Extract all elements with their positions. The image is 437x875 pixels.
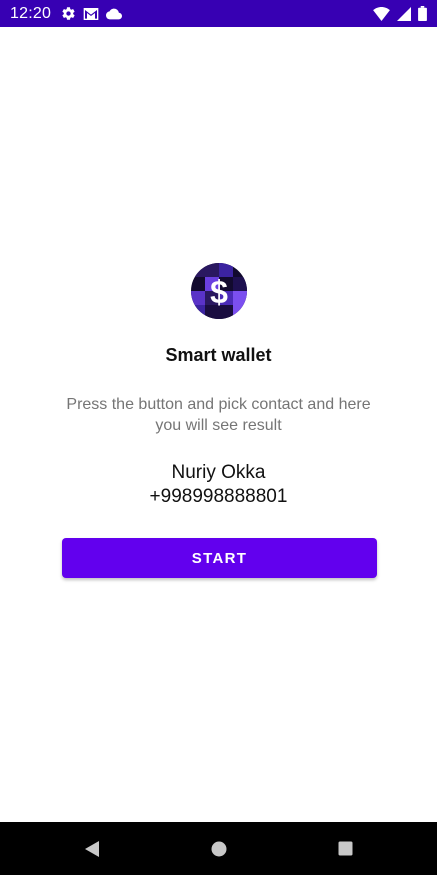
status-bar: 12:20 — [0, 0, 437, 27]
app-title: Smart wallet — [165, 345, 272, 365]
screen: 12:20 $ Smart wallet Press the button an… — [0, 0, 437, 875]
navigation-bar — [0, 822, 437, 875]
gmail-icon — [83, 7, 99, 21]
settings-icon — [61, 6, 76, 21]
instruction-text: Press the button and pick contact and he… — [66, 396, 371, 434]
wifi-icon — [373, 6, 390, 21]
back-icon[interactable] — [62, 822, 122, 875]
dollar-wallet-logo-icon: $ — [191, 263, 247, 319]
status-left-icons — [61, 6, 123, 21]
cloud-icon — [106, 8, 123, 20]
contact-name: Nuriy Okka — [171, 462, 266, 483]
svg-text:$: $ — [210, 274, 228, 310]
home-icon[interactable] — [189, 822, 249, 875]
status-time: 12:20 — [10, 4, 52, 22]
main-content: $ Smart wallet Press the button and pick… — [0, 27, 437, 822]
contact-phone: +998998888801 — [149, 486, 288, 507]
start-button[interactable]: START — [62, 538, 377, 578]
battery-icon — [418, 6, 427, 21]
status-right-icons — [373, 6, 427, 21]
signal-icon — [397, 6, 411, 21]
recents-icon[interactable] — [315, 822, 375, 875]
